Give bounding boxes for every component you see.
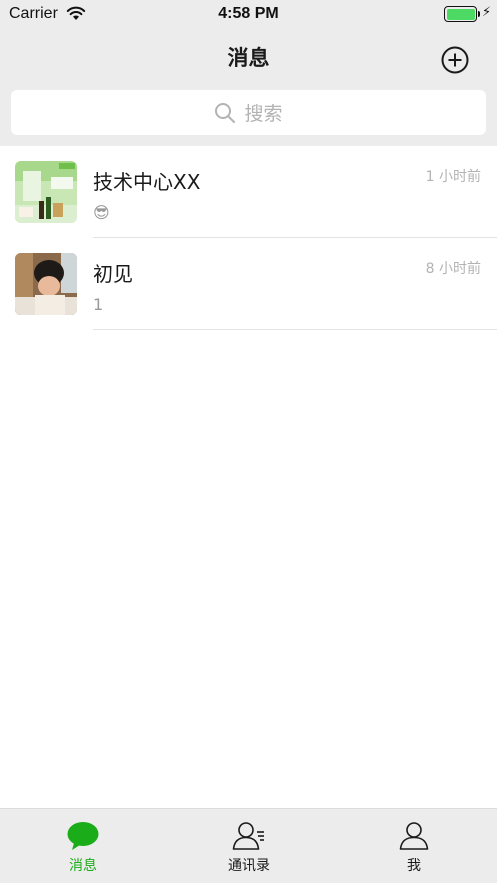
plus-circle-icon[interactable] (440, 45, 470, 75)
search-input[interactable]: 搜索 (11, 90, 486, 135)
chat-name: 技术中心XX (93, 170, 201, 194)
avatar (15, 253, 77, 315)
charging-icon: ⚡ (482, 5, 492, 20)
chat-preview: 😎 (93, 203, 110, 222)
tab-me[interactable]: 我 (331, 809, 497, 883)
person-icon (399, 822, 429, 850)
battery-icon (444, 6, 477, 22)
chat-list: 技术中心XX 1 小时前 😎 初见 8 小时前 1 (0, 146, 497, 330)
status-bar: Carrier 4:58 PM ⚡ (0, 0, 497, 28)
status-time: 4:58 PM (218, 5, 279, 22)
chat-bubble-icon (67, 822, 99, 850)
chat-name: 初见 (93, 262, 133, 286)
list-item[interactable]: 初见 8 小时前 1 (0, 238, 497, 330)
tab-bar: 消息 通讯录 我 (0, 808, 497, 883)
chat-time: 8 小时前 (425, 261, 481, 277)
page-title: 消息 (227, 46, 270, 70)
tab-label: 通讯录 (228, 858, 270, 874)
tab-label: 消息 (69, 858, 97, 874)
search-icon (215, 102, 236, 123)
tab-label: 我 (407, 858, 421, 874)
divider (93, 329, 497, 330)
chat-preview: 1 (93, 295, 104, 314)
contacts-icon (232, 822, 264, 850)
avatar (15, 161, 77, 223)
chat-time: 1 小时前 (425, 169, 481, 185)
tab-contacts[interactable]: 通讯录 (166, 809, 332, 883)
tab-messages[interactable]: 消息 (0, 809, 166, 883)
list-item[interactable]: 技术中心XX 1 小时前 😎 (0, 146, 497, 238)
nav-bar: 消息 搜索 (0, 28, 497, 146)
search-placeholder: 搜索 (244, 103, 283, 125)
